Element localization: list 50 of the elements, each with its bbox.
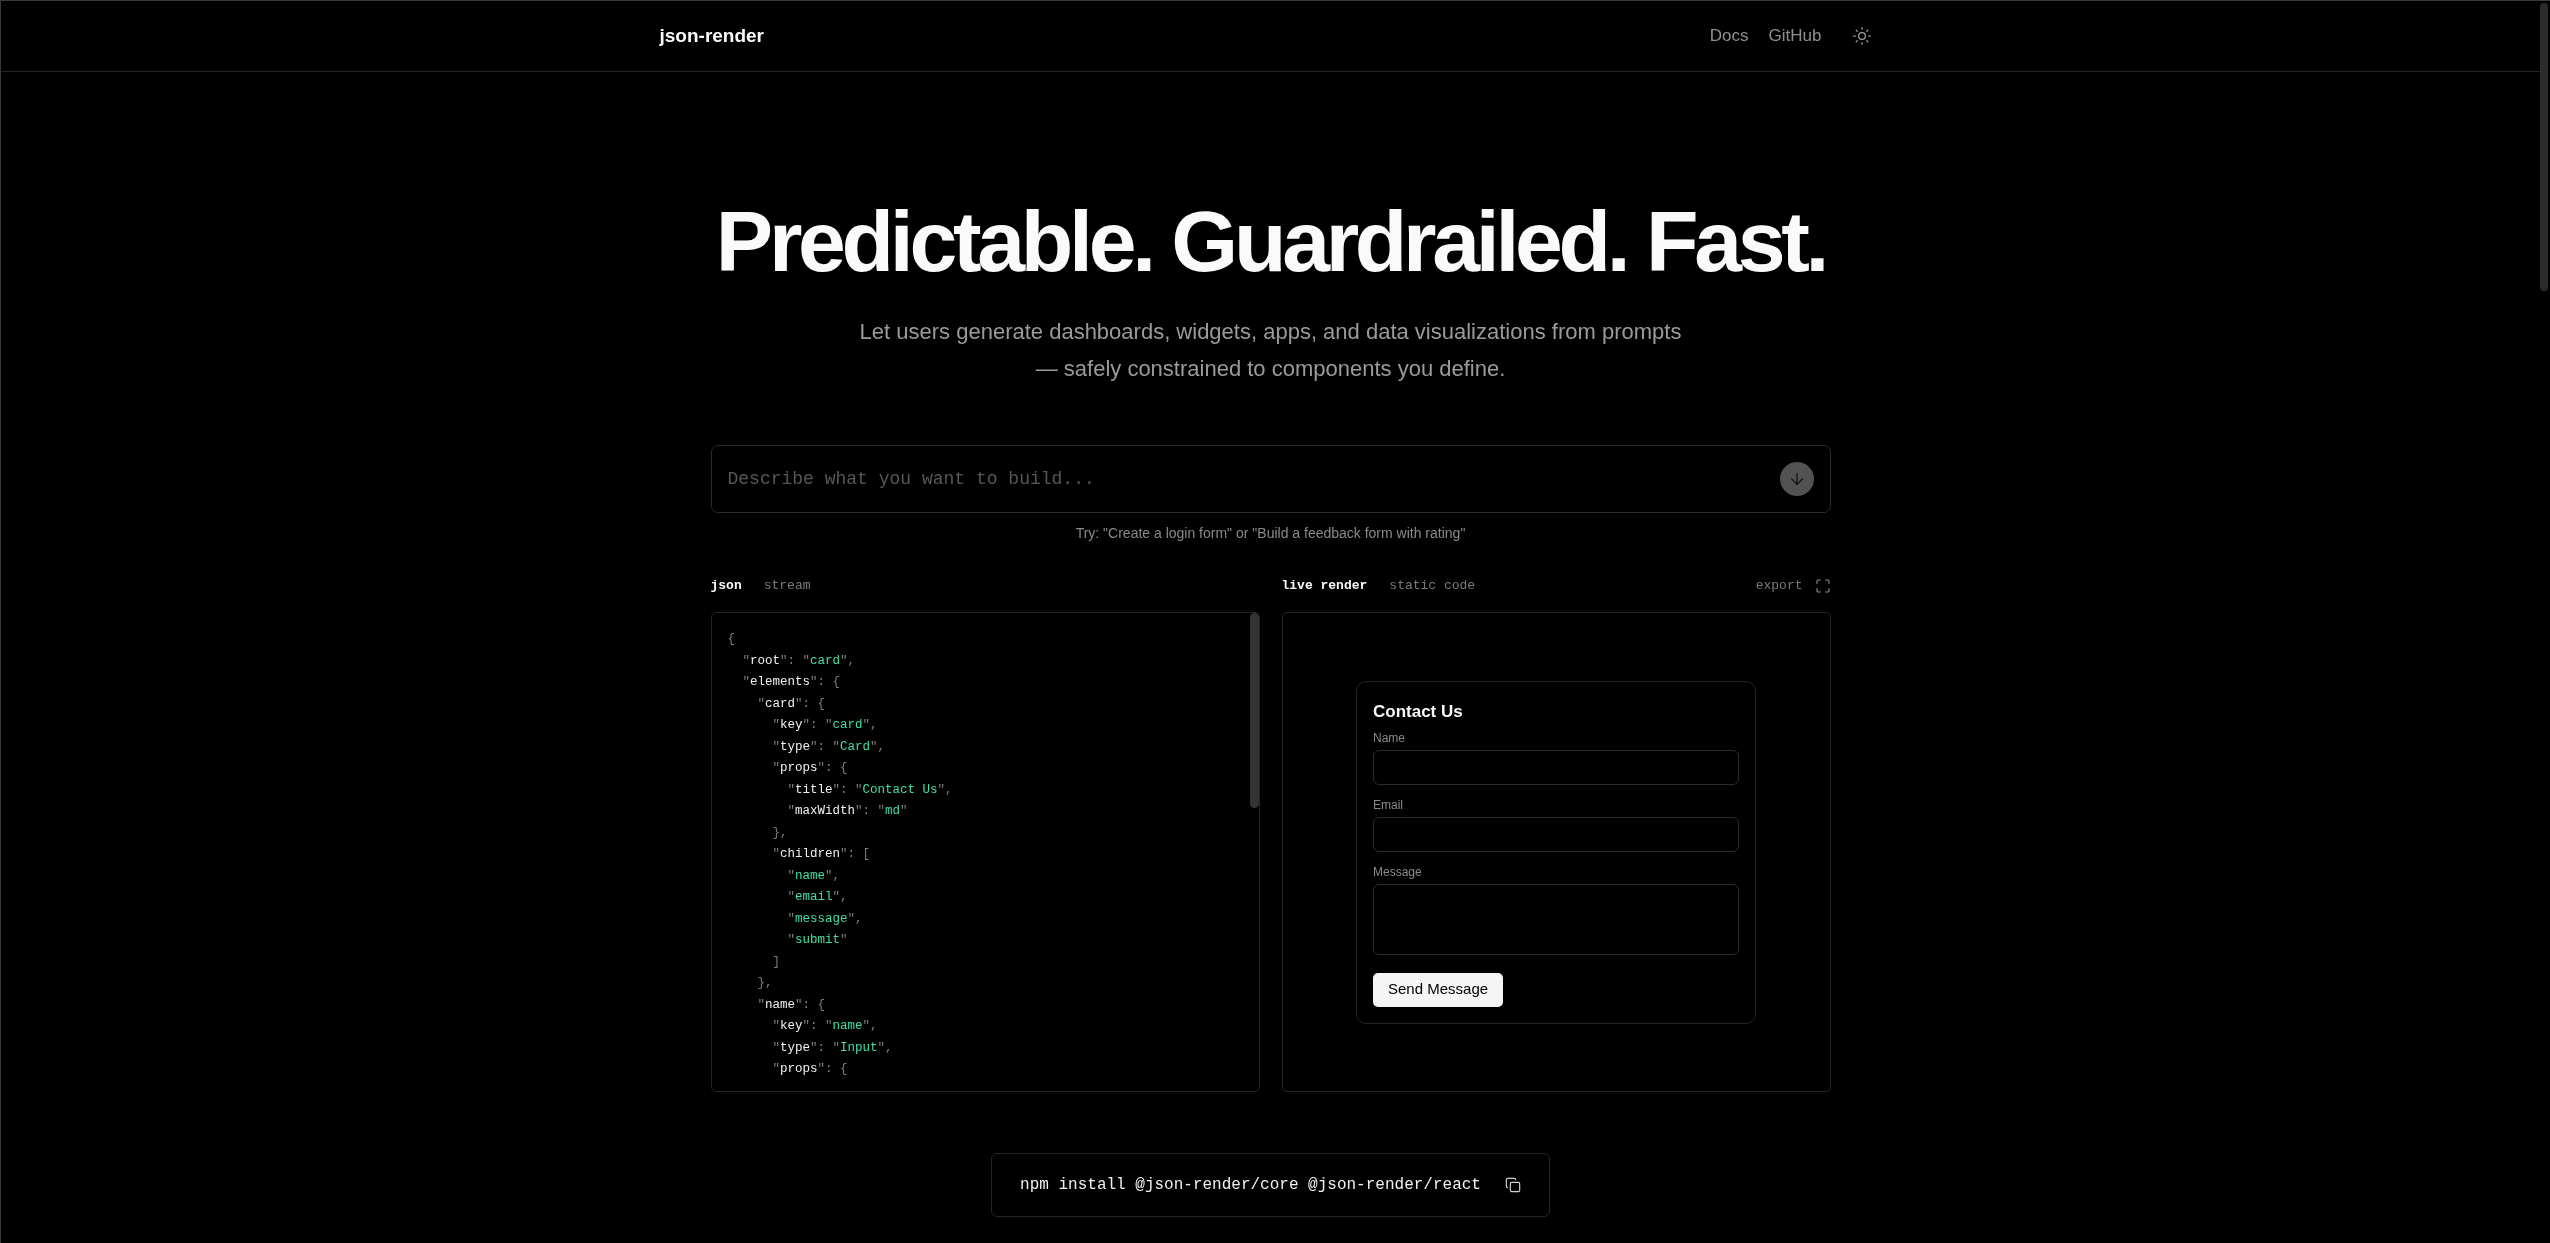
code-line: "type": "Card", — [772, 738, 886, 756]
prompt-hint: Try: "Create a login form" or "Build a feedback form with rating" — [1075, 524, 1466, 543]
copy-button[interactable] — [1504, 1177, 1521, 1193]
code-line: "key": "name", — [772, 1018, 878, 1035]
install-command: npm install @json-render/core @json-render/react — [1020, 1175, 1481, 1196]
send-message-button[interactable]: Send Message — [1373, 972, 1504, 1007]
field-label: Email — [1373, 796, 1403, 814]
nav-link[interactable]: GitHub — [1768, 25, 1822, 47]
code-line: ] — [772, 953, 780, 971]
code-line: { — [727, 631, 735, 648]
code-line: "maxWidth": "md" — [787, 803, 908, 820]
code-line: "root": "card", — [742, 652, 856, 670]
code-line: "props": { — [772, 760, 848, 777]
copy-icon — [1504, 1177, 1521, 1193]
code-line: "key": "card", — [772, 717, 878, 734]
export-button[interactable]: export — [1755, 576, 1803, 596]
site-logo[interactable]: json-render — [659, 24, 765, 48]
input-field[interactable] — [1373, 816, 1739, 852]
hero-title: Predictable. Guardrailed. Fast. — [715, 194, 1826, 288]
fullscreen-button[interactable] — [1814, 578, 1831, 594]
code-line: }, — [757, 975, 773, 992]
expand-icon — [1814, 578, 1831, 594]
code-line: "card": { — [757, 695, 826, 713]
tab[interactable]: static code — [1389, 576, 1476, 596]
scrollbar[interactable] — [2540, 3, 2548, 291]
field-label: Name — [1373, 729, 1405, 747]
tab[interactable]: json — [710, 576, 742, 596]
code-line: "submit" — [787, 932, 848, 949]
code-line: "elements": { — [742, 674, 841, 691]
tab[interactable]: stream — [763, 576, 811, 596]
code-line: "message", — [787, 910, 863, 928]
scrollbar[interactable] — [1249, 613, 1259, 808]
code-line: }, — [772, 824, 788, 842]
code-line: "name": { — [757, 996, 826, 1014]
sun-icon — [1851, 26, 1872, 46]
nav-link[interactable]: Docs — [1709, 25, 1749, 47]
tab[interactable]: live render — [1281, 576, 1368, 596]
field-label: Message — [1373, 863, 1422, 881]
code-line: "name", — [787, 867, 841, 885]
code-line: "children": [ — [772, 846, 871, 863]
code-line: "type": "Input", — [772, 1039, 893, 1057]
card-title: Contact Us — [1373, 700, 1463, 723]
code-line: "title": "Contact Us", — [787, 781, 953, 799]
theme-toggle-button[interactable] — [1851, 26, 1872, 46]
input-field[interactable] — [1373, 749, 1739, 785]
code-line: "props": { — [772, 1061, 848, 1078]
prompt-input[interactable]: Describe what you want to build... — [710, 445, 1831, 513]
text-area[interactable] — [1373, 883, 1739, 955]
hero-subtitle: Let users generate dashboards, widgets, apps, and data visualizations from prompts — safely constrained to components you define. — [858, 318, 1683, 383]
code-line: "email", — [787, 889, 848, 906]
